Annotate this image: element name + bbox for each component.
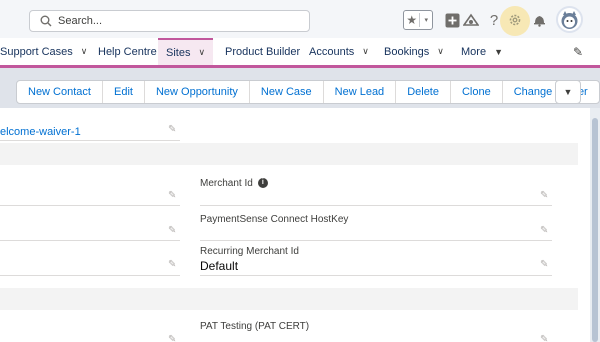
new-lead-button[interactable]: New Lead xyxy=(324,81,397,103)
more-actions-dropdown-icon[interactable]: ▼ xyxy=(555,80,581,104)
nav-item-label: Support Cases xyxy=(0,45,73,58)
edit-nav-pencil-icon[interactable]: ✎ xyxy=(573,45,583,59)
nav-item-label: Accounts xyxy=(309,45,355,58)
delete-button[interactable]: Delete xyxy=(396,81,451,103)
notifications-bell-icon[interactable] xyxy=(530,11,548,29)
field-underline xyxy=(0,240,180,241)
nav-item-support-cases[interactable]: Support Cases ∨ xyxy=(0,38,87,65)
dropdown-triangle-icon[interactable]: ▼ xyxy=(494,47,503,57)
new-opportunity-button[interactable]: New Opportunity xyxy=(145,81,250,103)
nav-item-sites[interactable]: Sites ∨ xyxy=(158,38,214,65)
favorites-dropdown-icon[interactable]: ▾ xyxy=(420,16,432,24)
favorites-button[interactable]: ★ ▾ xyxy=(403,10,433,30)
nav-item-help-centre[interactable]: Help Centre xyxy=(98,38,157,65)
new-case-button[interactable]: New Case xyxy=(250,81,324,103)
trailhead-icon[interactable] xyxy=(462,11,480,29)
merchant-id-label: Merchant Id i xyxy=(200,178,268,189)
edit-pencil-icon[interactable]: ✎ xyxy=(168,259,176,270)
chevron-down-icon[interactable]: ∨ xyxy=(81,46,88,57)
search-icon xyxy=(40,15,52,27)
edit-pencil-icon[interactable]: ✎ xyxy=(168,190,176,201)
new-contact-button[interactable]: New Contact xyxy=(17,81,103,103)
nav-item-label: Help Centre xyxy=(98,45,157,58)
nav-item-product-builder[interactable]: Product Builder xyxy=(225,38,300,65)
edit-pencil-icon[interactable]: ✎ xyxy=(168,225,176,236)
nav-item-more[interactable]: More ▼ xyxy=(461,38,503,65)
global-header: Search... ★ ▾ ? xyxy=(0,0,600,38)
user-avatar[interactable] xyxy=(556,6,583,33)
add-icon[interactable] xyxy=(443,11,461,29)
section-header-band xyxy=(0,143,578,165)
clone-button[interactable]: Clone xyxy=(451,81,503,103)
edit-pencil-icon[interactable]: ✎ xyxy=(540,225,548,236)
edit-pencil-icon[interactable]: ✎ xyxy=(540,259,548,270)
nav-item-label: Sites xyxy=(166,46,191,59)
paymentsense-connect-hostkey-label: PaymentSense Connect HostKey xyxy=(200,214,349,225)
chevron-down-icon[interactable]: ∨ xyxy=(362,46,369,57)
field-underline xyxy=(0,205,180,206)
record-action-bar: New Contact Edit New Opportunity New Cas… xyxy=(0,78,600,108)
edit-pencil-icon[interactable]: ✎ xyxy=(168,334,176,342)
recurring-merchant-id-label: Recurring Merchant Id xyxy=(200,246,299,257)
edit-pencil-icon[interactable]: ✎ xyxy=(168,124,176,135)
field-underline xyxy=(200,275,552,276)
field-label-text: Merchant Id xyxy=(200,178,253,189)
pat-testing-label: PAT Testing (PAT CERT) xyxy=(200,321,310,332)
record-name-link[interactable]: elcome-waiver-1 xyxy=(0,126,81,138)
change-owner-button[interactable]: Change Owner xyxy=(503,81,599,103)
section-header-band xyxy=(0,288,578,310)
edit-pencil-icon[interactable]: ✎ xyxy=(540,334,548,342)
search-placeholder: Search... xyxy=(58,15,103,27)
nav-item-label: More xyxy=(461,45,487,58)
field-underline xyxy=(0,140,180,141)
field-underline xyxy=(200,205,552,206)
recurring-merchant-id-value: Default xyxy=(200,259,239,273)
nav-item-label: Product Builder xyxy=(225,45,301,58)
app-navigation-bar: Support Cases ∨ Help Centre Sites ∨ Prod… xyxy=(0,38,600,68)
edit-button[interactable]: Edit xyxy=(103,81,145,103)
info-icon[interactable]: i xyxy=(257,178,268,189)
field-underline xyxy=(0,275,180,276)
nav-item-bookings[interactable]: Bookings ∨ xyxy=(384,38,444,65)
setup-gear-icon[interactable] xyxy=(506,11,524,29)
action-button-group: New Contact Edit New Opportunity New Cas… xyxy=(16,80,600,104)
chevron-down-icon[interactable]: ∨ xyxy=(198,47,205,58)
global-search-input[interactable]: Search... xyxy=(29,10,310,32)
nav-item-accounts[interactable]: Accounts ∨ xyxy=(309,38,369,65)
chevron-down-icon[interactable]: ∨ xyxy=(437,46,444,57)
field-underline xyxy=(200,240,552,241)
scrollbar-thumb[interactable] xyxy=(592,118,598,342)
favorites-star-icon: ★ xyxy=(406,13,418,27)
nav-item-label: Bookings xyxy=(384,45,430,58)
edit-pencil-icon[interactable]: ✎ xyxy=(540,190,548,201)
